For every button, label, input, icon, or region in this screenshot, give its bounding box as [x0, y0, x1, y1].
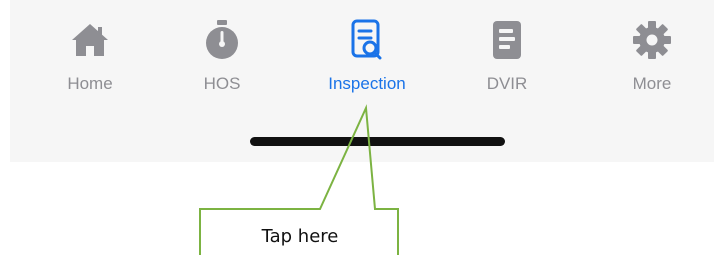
home-icon	[66, 16, 114, 64]
tab-more[interactable]: More	[597, 16, 707, 106]
stopwatch-icon	[198, 16, 246, 64]
report-document-icon	[483, 16, 531, 64]
inspection-document-search-icon	[343, 16, 391, 64]
tab-more-label: More	[632, 74, 672, 93]
bottom-tab-bar: Home HOS Inspection DVIR More	[10, 0, 714, 162]
tab-hos[interactable]: HOS	[167, 16, 277, 106]
tab-inspection-label: Inspection	[328, 74, 406, 93]
tab-dvir[interactable]: DVIR	[452, 16, 562, 106]
tab-home-label: Home	[67, 74, 113, 93]
home-indicator	[250, 137, 505, 146]
tab-hos-label: HOS	[203, 74, 241, 93]
tab-home[interactable]: Home	[35, 16, 145, 106]
screenshot-stage: Home HOS Inspection DVIR More Tap here	[0, 0, 714, 255]
tab-inspection[interactable]: Inspection	[312, 16, 422, 106]
tab-dvir-label: DVIR	[486, 74, 528, 93]
callout-text: Tap here	[261, 226, 339, 247]
gear-icon	[628, 16, 676, 64]
